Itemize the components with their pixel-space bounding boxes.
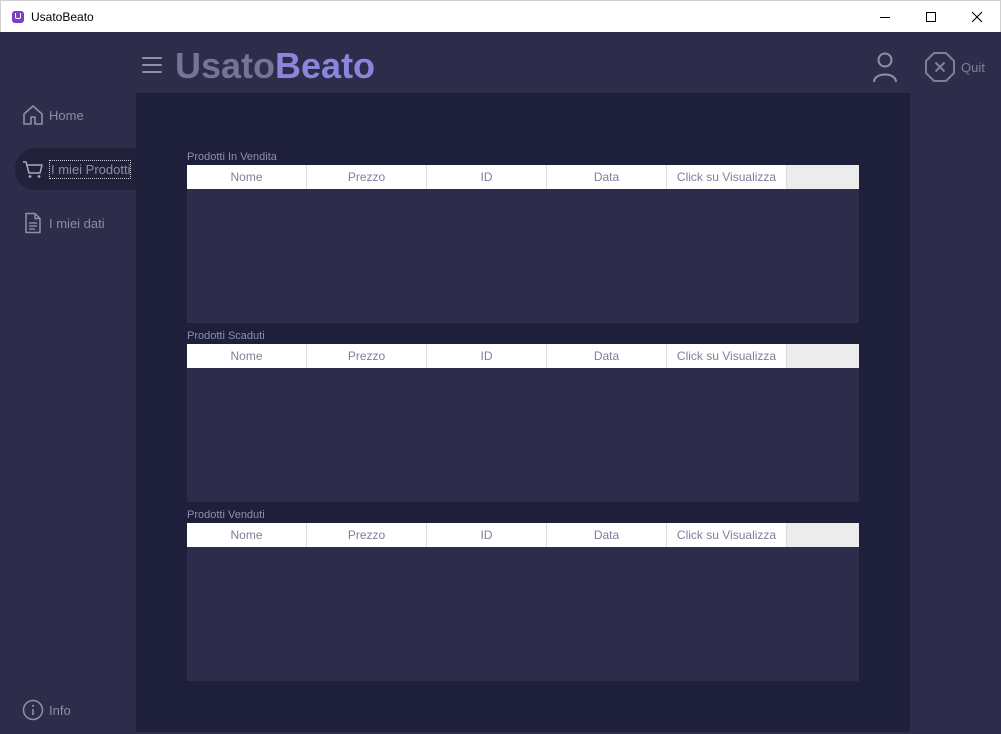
column-header-prezzo[interactable]: Prezzo <box>307 523 427 547</box>
column-header-visualizza[interactable]: Click su Visualizza <box>667 344 787 368</box>
sidebar-item-my-products[interactable]: I miei Prodotti <box>15 148 136 190</box>
column-header-visualizza[interactable]: Click su Visualizza <box>667 165 787 189</box>
section-title-expired: Prodotti Scaduti <box>187 330 265 342</box>
window-controls <box>862 1 1000 33</box>
home-icon <box>22 104 44 126</box>
column-header-data[interactable]: Data <box>547 344 667 368</box>
sidebar-item-my-data[interactable]: I miei dati <box>1 202 136 244</box>
menu-toggle-button[interactable] <box>142 57 162 73</box>
brand-text-part2: Beato <box>275 45 376 86</box>
column-header-filler <box>787 165 859 189</box>
brand-logo: UsatoBeato <box>175 45 375 87</box>
sidebar-item-label: I miei Prodotti <box>49 159 132 179</box>
sidebar-item-label: I miei dati <box>49 215 105 231</box>
column-header-data[interactable]: Data <box>547 523 667 547</box>
close-button[interactable] <box>954 1 1000 33</box>
sidebar-item-home[interactable]: Home <box>1 94 136 136</box>
user-icon <box>873 52 897 83</box>
table-expired[interactable]: Nome Prezzo ID Data Click su Visualizza <box>187 344 859 502</box>
table-on-sale[interactable]: Nome Prezzo ID Data Click su Visualizza <box>187 165 859 323</box>
document-icon <box>22 212 44 234</box>
table-header: Nome Prezzo ID Data Click su Visualizza <box>187 165 859 189</box>
close-icon <box>971 11 983 23</box>
maximize-icon <box>926 12 936 22</box>
sidebar-item-label: Info <box>49 702 71 718</box>
app-icon <box>12 10 24 23</box>
sidebar-item-info[interactable]: Info <box>1 689 136 731</box>
sidebar-item-label: Home <box>49 107 84 123</box>
section-title-sold: Prodotti Venduti <box>187 509 265 521</box>
user-profile-button[interactable] <box>869 50 901 84</box>
minimize-icon <box>880 17 890 18</box>
column-header-visualizza[interactable]: Click su Visualizza <box>667 523 787 547</box>
column-header-nome[interactable]: Nome <box>187 165 307 189</box>
column-header-id[interactable]: ID <box>427 523 547 547</box>
maximize-button[interactable] <box>908 1 954 33</box>
column-header-id[interactable]: ID <box>427 344 547 368</box>
window-title: UsatoBeato <box>31 9 94 24</box>
column-header-nome[interactable]: Nome <box>187 344 307 368</box>
close-circle-icon <box>925 52 955 82</box>
quit-button[interactable]: Quit <box>924 50 985 84</box>
info-icon <box>22 699 44 721</box>
quit-label: Quit <box>961 59 985 75</box>
sidebar: Home I miei Prodotti I miei dati Info <box>1 93 136 732</box>
column-header-data[interactable]: Data <box>547 165 667 189</box>
table-header: Nome Prezzo ID Data Click su Visualizza <box>187 344 859 368</box>
column-header-filler <box>787 523 859 547</box>
section-title-on-sale: Prodotti In Vendita <box>187 151 277 163</box>
column-header-nome[interactable]: Nome <box>187 523 307 547</box>
table-sold[interactable]: Nome Prezzo ID Data Click su Visualizza <box>187 523 859 681</box>
column-header-prezzo[interactable]: Prezzo <box>307 344 427 368</box>
app-window: UsatoBeato Quit Home I miei Prodotti I m… <box>1 32 1000 732</box>
column-header-id[interactable]: ID <box>427 165 547 189</box>
brand-text-part1: Usato <box>175 45 276 86</box>
main-panel: Prodotti In Vendita Nome Prezzo ID Data … <box>136 93 910 732</box>
column-header-filler <box>787 344 859 368</box>
column-header-prezzo[interactable]: Prezzo <box>307 165 427 189</box>
window-titlebar: UsatoBeato <box>0 0 1001 32</box>
table-header: Nome Prezzo ID Data Click su Visualizza <box>187 523 859 547</box>
cart-icon <box>22 158 44 180</box>
minimize-button[interactable] <box>862 1 908 33</box>
